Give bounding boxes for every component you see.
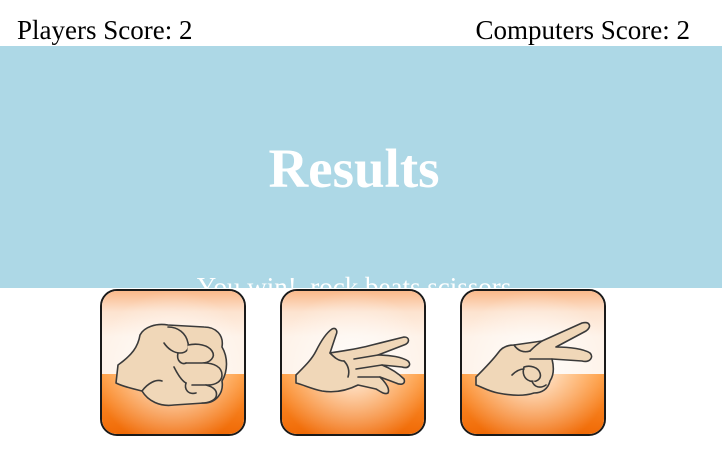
scissors-hand-icon xyxy=(475,321,593,397)
scissors-button[interactable] xyxy=(460,289,606,436)
paper-hand-icon xyxy=(295,327,411,395)
results-panel: Results You win!, rock beats scissors xyxy=(0,46,722,302)
paper-button[interactable] xyxy=(280,289,426,436)
game-page: Players Score: 2 Computers Score: 2 Resu… xyxy=(0,0,722,453)
computer-score: Computers Score: 2 xyxy=(475,15,690,45)
rock-fist-icon xyxy=(115,323,228,407)
results-title: Results xyxy=(268,138,440,199)
player-score: Players Score: 2 xyxy=(17,15,193,45)
scoreboard: Players Score: 2 Computers Score: 2 xyxy=(0,0,722,46)
rock-button[interactable] xyxy=(100,289,246,436)
